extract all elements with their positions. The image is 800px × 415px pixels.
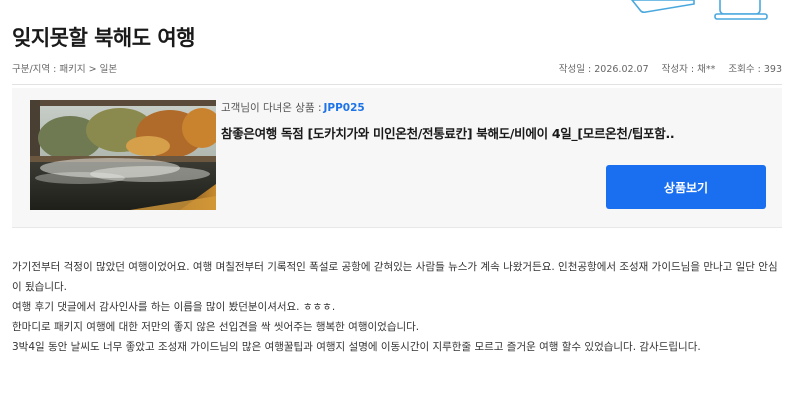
post-date: 작성일 : 2026.02.07	[558, 64, 649, 75]
product-code[interactable]: JPP025	[324, 102, 365, 114]
view-product-button[interactable]: 상품보기	[606, 165, 766, 209]
visited-label: 고객님이 다녀온 상품 :	[221, 102, 322, 114]
product-card: 고객님이 다녀온 상품 : JPP025 참좋은여행 독점 [도카치가와 미인온천…	[12, 88, 782, 228]
page-title: 잊지못할 북해도 여행	[12, 26, 196, 50]
review-paragraph: 여행 후기 댓글에서 감사인사를 하는 이름을 많이 봤던분이셔서요. ㅎㅎㅎ.	[12, 301, 336, 313]
post-author: 작성자 : 채**	[661, 64, 716, 75]
review-paragraph: 한마디로 패키지 여행에 대한 저만의 좋지 않은 선입견을 싹 씻어주는 행복…	[12, 321, 420, 333]
review-paragraph: 3박4일 동안 날씨도 너무 좋았고 조성재 가이드님의 많은 여행꿀팁과 여행…	[12, 341, 701, 353]
breadcrumb: 구분/지역 : 패키지 > 일본	[12, 64, 118, 75]
post-meta: 구분/지역 : 패키지 > 일본 작성일 : 2026.02.07 작성자 : …	[12, 61, 782, 75]
product-thumbnail[interactable]	[30, 100, 216, 210]
view-count: 조회수 : 393	[728, 64, 782, 75]
review-paragraph: 가기전부터 걱정이 많았던 여행이었어요. 여행 며칠전부터 기록적인 폭설로 …	[12, 261, 778, 293]
header-divider	[12, 84, 782, 85]
visited-product-line: 고객님이 다녀온 상품 : JPP025	[221, 100, 766, 115]
post-info: 작성일 : 2026.02.07 작성자 : 채** 조회수 : 393	[549, 61, 782, 75]
product-info: 고객님이 다녀온 상품 : JPP025 참좋은여행 독점 [도카치가와 미인온천…	[221, 100, 766, 142]
product-name[interactable]: 참좋은여행 독점 [도카치가와 미인온천/전통료칸] 북해도/비에이 4일_[모…	[221, 123, 766, 142]
review-body: 가기전부터 걱정이 많았던 여행이었어요. 여행 며칠전부터 기록적인 폭설로 …	[12, 257, 782, 357]
decorative-illustration	[560, 0, 800, 24]
